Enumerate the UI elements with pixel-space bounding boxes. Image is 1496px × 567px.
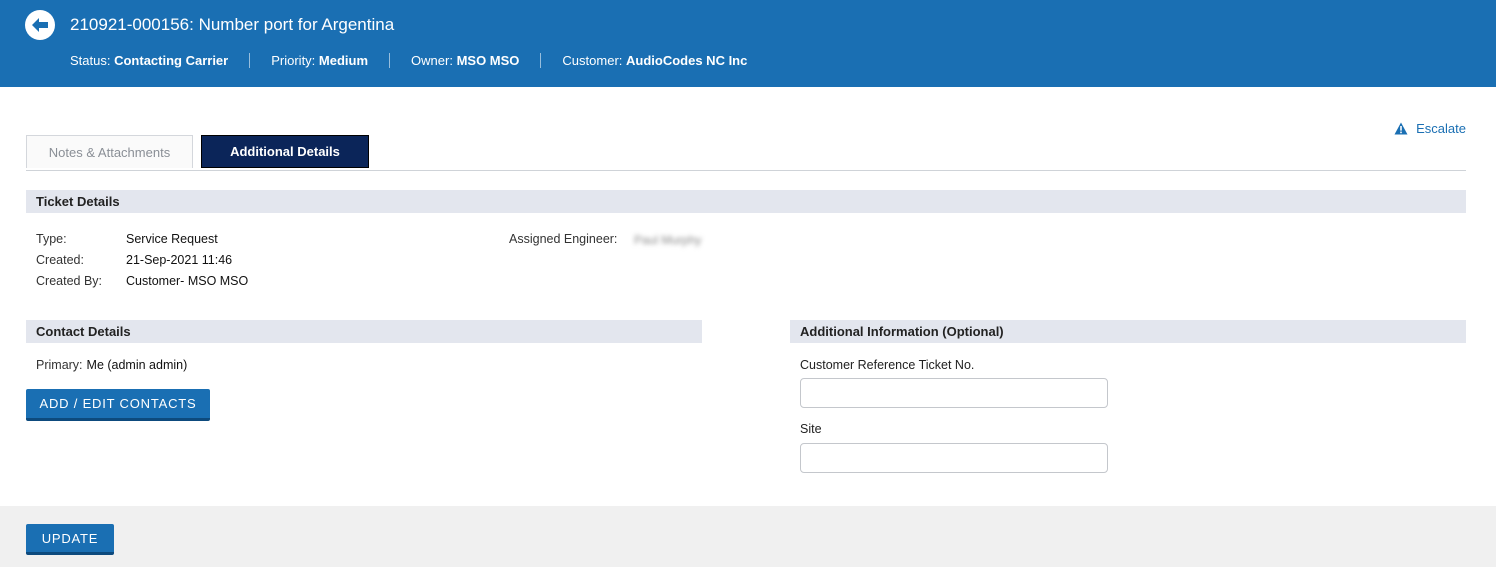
owner-value: MSO MSO <box>456 53 520 68</box>
additional-info-heading: Additional Information (Optional) <box>790 320 1466 343</box>
type-value: Service Request <box>126 232 218 246</box>
page-title: 210921-000156: Number port for Argentina <box>70 15 395 34</box>
escalate-link[interactable]: Escalate <box>1394 121 1466 136</box>
divider <box>540 53 542 68</box>
assigned-engineer-value: Paul Murphy <box>634 233 702 247</box>
priority-label: Priority: <box>271 53 316 68</box>
arrow-left-icon <box>32 18 48 32</box>
primary-value: Me (admin admin) <box>86 358 188 372</box>
customer-ref-label: Customer Reference Ticket No. <box>800 358 975 372</box>
assigned-engineer-label: Assigned Engineer: <box>509 232 618 246</box>
back-button[interactable] <box>25 10 55 40</box>
update-button[interactable]: UPDATE <box>26 524 114 555</box>
add-edit-contacts-button[interactable]: ADD / EDIT CONTACTS <box>26 389 210 421</box>
divider <box>389 53 391 68</box>
escalate-label: Escalate <box>1416 121 1466 136</box>
ticket-details-heading: Ticket Details <box>26 190 1466 213</box>
customer-ref-input[interactable] <box>800 378 1108 408</box>
created-value: 21-Sep-2021 11:46 <box>126 253 233 267</box>
priority-value: Medium <box>318 53 369 68</box>
primary-label: Primary: <box>36 358 83 372</box>
tab-additional-details[interactable]: Additional Details <box>201 135 369 168</box>
owner-label: Owner: <box>411 53 453 68</box>
tab-notes-attachments[interactable]: Notes & Attachments <box>26 135 193 168</box>
primary-contact: Primary: Me (admin admin) <box>36 358 187 372</box>
type-label: Type: <box>36 232 67 246</box>
footer-bar <box>0 506 1496 567</box>
ticket-header: 210921-000156: Number port for Argentina… <box>0 0 1496 87</box>
customer-value: AudioCodes NC Inc <box>626 53 748 68</box>
created-by-label: Created By: <box>36 274 103 288</box>
site-label: Site <box>800 422 822 436</box>
contact-details-heading: Contact Details <box>26 320 702 343</box>
status-label: Status: <box>70 53 111 68</box>
created-label: Created: <box>36 253 84 267</box>
ticket-meta: Status: Contacting Carrier Priority: Med… <box>70 53 747 68</box>
warning-icon <box>1394 122 1408 135</box>
customer-label: Customer: <box>562 53 623 68</box>
divider <box>249 53 251 68</box>
status-value: Contacting Carrier <box>114 53 229 68</box>
tab-divider <box>26 170 1466 171</box>
site-input[interactable] <box>800 443 1108 473</box>
created-by-value: Customer- MSO MSO <box>126 274 249 288</box>
